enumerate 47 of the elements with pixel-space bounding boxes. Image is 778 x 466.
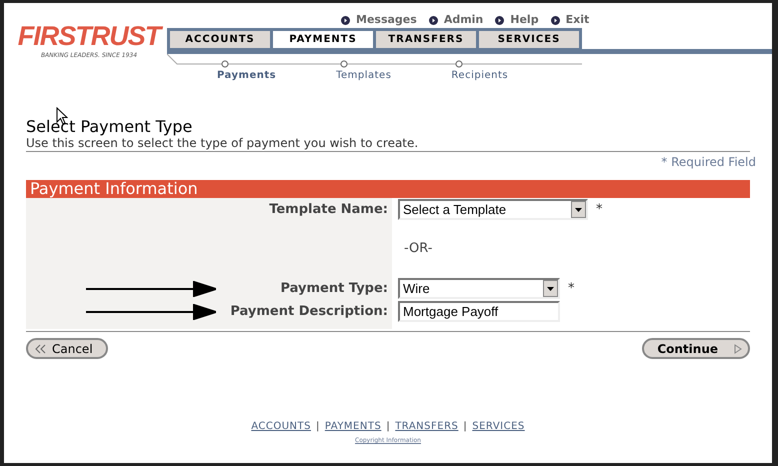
nav-tab[interactable]: PAYMENTS [273,31,373,48]
footer-link[interactable]: TRANSFERS [395,419,458,434]
input-field[interactable]: Mortgage Payoff [398,301,560,322]
footer-link[interactable]: ACCOUNTS [251,419,311,434]
double-chevron-left-icon [34,344,46,354]
dropdown-caret-icon [543,280,558,297]
dropdown-field[interactable]: Select a Template [398,199,588,220]
field-label: Template Name: [269,200,388,219]
field-label: Payment Description: [230,302,388,321]
page-title: Select Payment Type [26,118,194,136]
required-mark: * [596,200,602,219]
footer-link[interactable]: PAYMENTS [324,419,382,434]
continue-button[interactable]: Continue [642,338,750,359]
sub-nav-link[interactable]: Templates [336,68,392,83]
sub-nav-link[interactable]: Payments [217,68,276,83]
bullet-icon [550,16,560,24]
top-link[interactable]: Admin [444,12,484,28]
section-header: Payment Information [26,180,750,198]
separator: | [316,420,320,434]
step-dot-icon [340,60,348,68]
step-dot-icon [455,60,464,68]
separator: | [386,420,390,434]
bullet-icon [428,16,438,24]
bullet-icon [341,16,350,24]
nav-tab[interactable]: ACCOUNTS [170,31,270,48]
top-link[interactable]: Messages [356,12,417,28]
footer-link[interactable]: SERVICES [472,419,525,434]
required-mark: * [568,280,574,298]
or-separator: -OR- [404,240,432,258]
nav-tab[interactable]: TRANSFERS [376,31,476,48]
top-link[interactable]: Help [510,12,539,28]
required-field-note: * Required Field [660,154,756,171]
sub-nav-link[interactable]: Recipients [451,68,508,83]
dropdown-caret-icon [571,201,586,218]
step-dot-icon [221,60,229,68]
dropdown-field[interactable]: Wire [398,278,560,299]
bullet-icon [495,16,504,24]
play-icon [734,344,742,354]
top-link[interactable]: Exit [566,12,590,28]
separator: | [463,420,468,434]
arrow-icon [86,304,216,320]
page-description: Use this screen to select the type of payment you wish to create. [26,136,750,152]
cancel-button[interactable]: Cancel [26,338,108,359]
field-label: Payment Type: [280,280,388,298]
brand-logo[interactable]: FIRSTRUST [18,22,160,50]
arrow-icon [86,280,216,296]
nav-tab[interactable]: SERVICES [479,31,579,48]
